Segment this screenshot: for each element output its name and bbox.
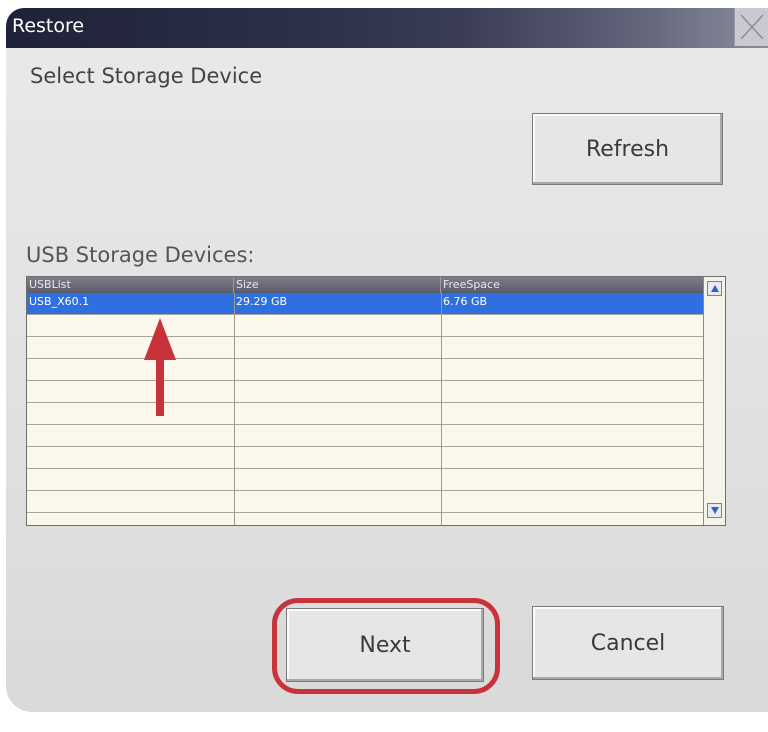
vertical-scrollbar[interactable] <box>703 277 725 525</box>
scroll-down-arrow-icon <box>711 507 719 514</box>
table-row-selected[interactable]: USB_X60.1 29.29 GB 6.76 GB <box>27 293 703 315</box>
close-button[interactable] <box>734 8 768 46</box>
cell-size: 29.29 GB <box>236 295 288 308</box>
scroll-down-button[interactable] <box>707 503 722 518</box>
column-header-size[interactable]: Size <box>234 277 441 293</box>
table-header: USBList Size FreeSpace <box>27 277 703 293</box>
refresh-button[interactable]: Refresh <box>532 113 723 185</box>
cell-freespace: 6.76 GB <box>443 295 488 308</box>
cell-usb-name: USB_X60.1 <box>29 295 90 308</box>
window-title: Restore <box>12 15 85 37</box>
scroll-up-arrow-icon <box>711 285 719 292</box>
table-row-empty[interactable] <box>27 447 703 469</box>
restore-dialog: Restore Select Storage Device Refresh US… <box>6 8 768 712</box>
close-icon <box>740 14 764 40</box>
table-row-empty[interactable] <box>27 425 703 447</box>
column-header-usblist[interactable]: USBList <box>27 277 234 293</box>
table-row-empty[interactable] <box>27 403 703 425</box>
table-row-empty[interactable] <box>27 337 703 359</box>
usb-devices-label: USB Storage Devices: <box>26 243 255 267</box>
table-row-empty[interactable] <box>27 359 703 381</box>
cancel-button[interactable]: Cancel <box>532 606 724 680</box>
column-divider <box>234 293 235 525</box>
title-bar: Restore <box>6 8 768 48</box>
column-divider <box>441 293 442 525</box>
section-title: Select Storage Device <box>30 64 263 88</box>
scroll-up-button[interactable] <box>707 281 722 296</box>
table-row-empty[interactable] <box>27 491 703 513</box>
table-row-empty[interactable] <box>27 469 703 491</box>
table-row-empty[interactable] <box>27 315 703 337</box>
usb-device-table[interactable]: USBList Size FreeSpace USB_X60.1 29.29 G… <box>26 276 726 526</box>
red-highlight-ring <box>272 598 500 694</box>
table-row-empty[interactable] <box>27 381 703 403</box>
red-up-arrow-icon <box>144 318 176 416</box>
column-header-freespace[interactable]: FreeSpace <box>441 277 703 293</box>
